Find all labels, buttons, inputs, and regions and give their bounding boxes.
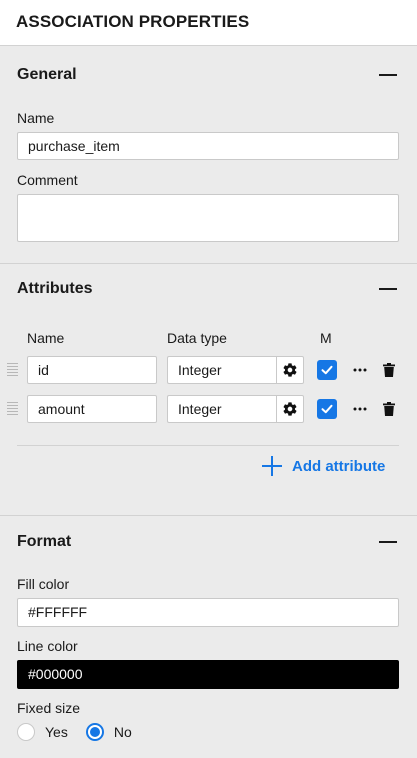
attribute-row: id Integer — [0, 355, 417, 385]
name-label: Name — [17, 110, 55, 126]
fill-color-label: Fill color — [17, 576, 70, 592]
data-type-settings-button[interactable] — [276, 395, 304, 423]
trash-icon — [383, 402, 395, 416]
general-collapse-minus-icon[interactable] — [379, 66, 397, 84]
panel-header: ASSOCIATION PROPERTIES — [0, 0, 417, 45]
fixed-size-yes-option[interactable]: Yes — [17, 723, 68, 741]
radio-no-label: No — [113, 724, 132, 740]
drag-handle-icon[interactable] — [7, 402, 18, 416]
name-input[interactable]: purchase_item — [17, 132, 399, 160]
delete-attribute-button[interactable] — [382, 361, 396, 379]
plus-icon — [262, 456, 282, 476]
more-options-button[interactable] — [352, 400, 368, 418]
mandatory-checkbox[interactable] — [317, 360, 337, 380]
attributes-list-divider — [17, 445, 399, 446]
attribute-row: amount Integer — [0, 394, 417, 424]
format-section-title: Format — [17, 533, 72, 550]
comment-label: Comment — [17, 172, 78, 188]
format-collapse-minus-icon[interactable] — [379, 533, 397, 551]
radio-yes[interactable] — [17, 723, 35, 741]
gear-icon — [283, 363, 297, 377]
drag-handle-icon[interactable] — [7, 363, 18, 377]
mandatory-checkbox[interactable] — [317, 399, 337, 419]
ellipsis-icon — [353, 407, 367, 411]
line-color-input[interactable]: #000000 — [17, 660, 399, 689]
section-divider-attributes — [0, 515, 417, 516]
header-divider — [0, 45, 417, 46]
column-header-name: Name — [27, 330, 65, 346]
fixed-size-radio-group: Yes No — [17, 722, 150, 742]
attribute-type-input[interactable]: Integer — [167, 356, 277, 384]
add-attribute-button[interactable]: Add attribute — [262, 456, 385, 476]
general-section-title: General — [17, 66, 77, 83]
check-icon — [321, 404, 333, 414]
more-options-button[interactable] — [352, 361, 368, 379]
attribute-type-input[interactable]: Integer — [167, 395, 277, 423]
line-color-label: Line color — [17, 638, 78, 654]
delete-attribute-button[interactable] — [382, 400, 396, 418]
fill-color-input[interactable]: #FFFFFF — [17, 598, 399, 627]
attribute-name-input[interactable]: id — [27, 356, 157, 384]
add-attribute-label: Add attribute — [292, 457, 386, 475]
attributes-collapse-minus-icon[interactable] — [379, 280, 397, 298]
check-icon — [321, 365, 333, 375]
fixed-size-no-option[interactable]: No — [85, 723, 132, 741]
column-header-data-type: Data type — [167, 330, 227, 346]
radio-no[interactable] — [85, 723, 104, 741]
data-type-settings-button[interactable] — [276, 356, 304, 384]
section-divider-general — [0, 263, 417, 264]
attributes-section-title: Attributes — [17, 280, 93, 297]
trash-icon — [383, 363, 395, 377]
column-header-mandatory: M — [320, 330, 332, 346]
gear-icon — [283, 402, 297, 416]
fixed-size-label: Fixed size — [17, 700, 81, 716]
ellipsis-icon — [353, 368, 367, 372]
panel-title: ASSOCIATION PROPERTIES — [16, 12, 250, 31]
comment-textarea[interactable] — [17, 194, 399, 242]
radio-yes-label: Yes — [45, 724, 68, 740]
attribute-name-input[interactable]: amount — [27, 395, 157, 423]
